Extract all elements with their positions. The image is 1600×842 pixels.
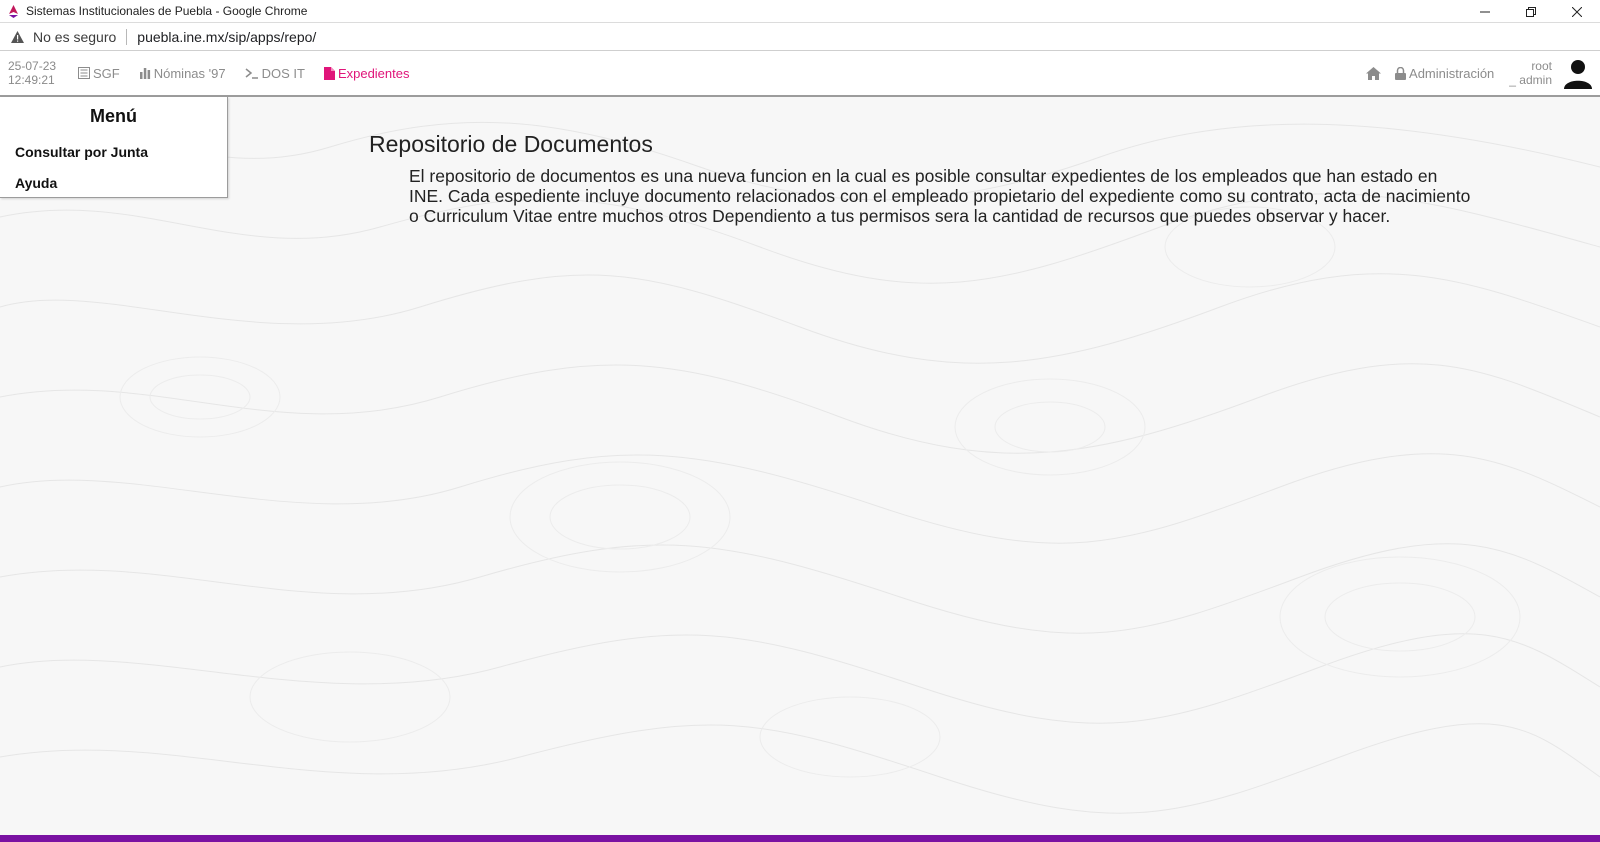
user-avatar-icon[interactable] — [1562, 57, 1594, 89]
address-bar[interactable]: No es seguro puebla.ine.mx/sip/apps/repo… — [0, 23, 1600, 51]
admin-link[interactable]: Administración — [1395, 66, 1494, 81]
nav-label-sgf: SGF — [93, 65, 120, 81]
page-title: Repositorio de Documentos — [369, 131, 653, 157]
address-divider — [126, 28, 128, 45]
user-role: _ admin — [1509, 73, 1552, 87]
current-time: 12:49:21 — [8, 73, 55, 87]
bottom-accent-bar — [0, 835, 1600, 842]
lock-icon — [1395, 66, 1407, 80]
warning-icon[interactable] — [10, 30, 25, 44]
nav-item-dos-it[interactable]: DOS IT — [245, 66, 305, 81]
datetime: 25-07-23 12:49:21 — [8, 59, 70, 87]
window-title: Sistemas Institucionales de Puebla - Goo… — [26, 4, 308, 18]
close-icon[interactable] — [1554, 0, 1600, 23]
nav-item-nominas[interactable]: Nóminas '97 — [139, 66, 226, 81]
nav-item-expedientes[interactable]: Expedientes — [323, 65, 410, 81]
app-logo-icon — [6, 4, 21, 19]
current-date: 25-07-23 — [8, 59, 57, 73]
nav-item-sgf[interactable]: SGF — [78, 66, 120, 81]
home-icon[interactable] — [1366, 66, 1382, 80]
nav-label-nominas: Nóminas '97 — [153, 65, 226, 81]
side-menu: Menú Consultar por Junta Ayuda — [0, 97, 228, 198]
terminal-icon — [245, 67, 259, 79]
page-description: El repositorio de documentos es una nuev… — [409, 166, 1471, 226]
window-controls — [1462, 0, 1600, 23]
menu-item-consultar-por-junta[interactable]: Consultar por Junta — [15, 144, 227, 160]
app-header: 25-07-23 12:49:21 SGF Nóminas '97 DOS IT — [0, 51, 1600, 97]
restore-icon[interactable] — [1508, 0, 1554, 23]
user-name: root — [1531, 59, 1552, 73]
menu-item-ayuda[interactable]: Ayuda — [15, 175, 227, 191]
calculator-icon — [78, 67, 90, 79]
nav-label-dos-it: DOS IT — [261, 65, 305, 81]
user-info: root _ admin — [1509, 59, 1552, 87]
file-icon — [323, 66, 335, 80]
top-nav: SGF Nóminas '97 DOS IT Expedientes — [78, 66, 429, 81]
bar-chart-icon — [139, 67, 151, 79]
nav-label-expedientes: Expedientes — [337, 65, 410, 81]
header-right: Administración root _ admin — [1366, 51, 1600, 95]
minimize-icon[interactable] — [1462, 0, 1508, 23]
menu-title: Menú — [90, 106, 137, 126]
url-text[interactable]: puebla.ine.mx/sip/apps/repo/ — [137, 29, 316, 45]
admin-label: Administración — [1409, 65, 1495, 81]
security-label[interactable]: No es seguro — [33, 29, 116, 45]
window-titlebar: Sistemas Institucionales de Puebla - Goo… — [0, 0, 1600, 23]
